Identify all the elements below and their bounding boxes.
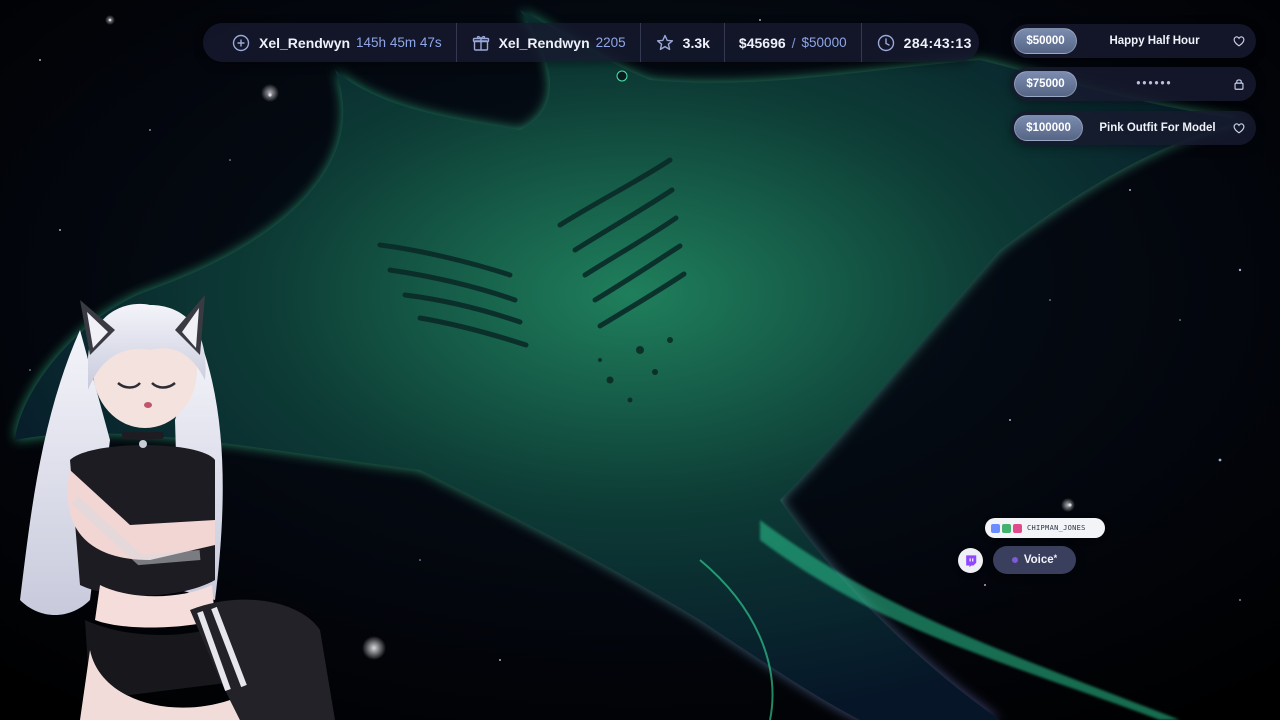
- clock-icon: [877, 34, 894, 51]
- goal-label: Pink Outfit For Model: [1099, 122, 1216, 134]
- goal-item: $100000 Pink Outfit For Model: [1011, 111, 1256, 145]
- followers-stat: 3.3k: [639, 23, 724, 62]
- top-gifter-count: 2205: [595, 35, 626, 50]
- goal-label: Happy Half Hour: [1109, 35, 1200, 47]
- goal-item-locked: $75000 ••••••: [1011, 67, 1256, 101]
- stream-stats-bar: Xel_Rendwyn 145h 45m 47s Xel_Rendwyn 220…: [203, 23, 979, 62]
- chat-username: CHIPMAN_JONES: [1027, 524, 1086, 532]
- follower-plus-icon: [232, 34, 250, 51]
- heart-icon: [1233, 123, 1245, 134]
- goal-item: $50000 Happy Half Hour: [1011, 24, 1256, 58]
- gift-icon: [472, 35, 489, 51]
- lock-icon: [1234, 79, 1244, 90]
- money-goal-target: $50000: [801, 35, 847, 50]
- uptime-timer: 284:43:13: [903, 34, 972, 51]
- star-icon: [656, 34, 673, 50]
- badge-icon: [991, 523, 1000, 533]
- latest-follower-stat: Xel_Rendwyn 145h 45m 47s: [217, 23, 456, 62]
- money-goal-stat: $45696 / $50000: [723, 23, 861, 62]
- voice-status-dot: [1011, 557, 1018, 563]
- chat-username-tag: CHIPMAN_JONES: [985, 518, 1105, 538]
- followers-count: 3.3k: [682, 34, 710, 51]
- badge-icon: [1002, 523, 1011, 533]
- voice-indicator[interactable]: Voice *: [993, 546, 1076, 574]
- voice-mark: *: [1053, 553, 1058, 563]
- space-manta-ray-background: [0, 0, 1280, 720]
- latest-follower-duration: 145h 45m 47s: [356, 35, 442, 50]
- top-gifter-stat: Xel_Rendwyn 2205: [455, 23, 640, 62]
- voice-label: Voice: [1023, 554, 1054, 566]
- twitch-icon: [965, 554, 976, 567]
- badge-icon: [1013, 523, 1022, 533]
- twitch-chat-button[interactable]: [958, 548, 983, 573]
- goal-amount: $50000: [1014, 28, 1077, 54]
- latest-follower-name: Xel_Rendwyn: [259, 34, 351, 51]
- heart-icon: [1233, 36, 1245, 47]
- money-goal-current: $45696: [738, 34, 786, 51]
- uptime-stat: 284:43:13: [860, 23, 986, 62]
- money-goal-separator: /: [791, 34, 796, 51]
- goal-amount: $100000: [1014, 115, 1083, 141]
- goal-label-hidden: ••••••: [1136, 78, 1173, 90]
- goal-amount: $75000: [1014, 71, 1077, 97]
- top-gifter-name: Xel_Rendwyn: [498, 34, 590, 51]
